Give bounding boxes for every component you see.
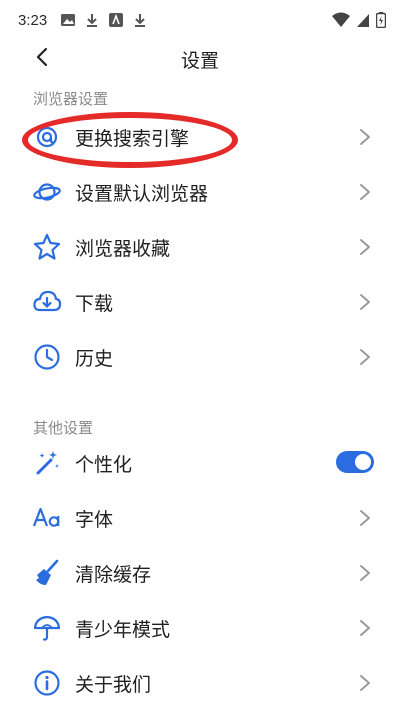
signal-icon (357, 14, 369, 27)
row-label-default-browser: 设置默认浏览器 (75, 183, 209, 205)
planet-icon (33, 183, 61, 201)
row-default-browser[interactable]: 设置默认浏览器 (0, 165, 400, 221)
row-clear-cache[interactable]: 清除缓存 (0, 546, 400, 602)
row-personalize[interactable]: 个性化 (0, 436, 400, 492)
status-time: 3:23 (18, 12, 48, 29)
chevron-right-icon (360, 294, 370, 310)
download-icon (135, 14, 145, 27)
row-label-clear-cache: 清除缓存 (75, 564, 152, 586)
chevron-right-icon (360, 620, 370, 636)
status-system-icons (332, 12, 386, 28)
status-notification-icons (60, 12, 148, 28)
row-label-about: 关于我们 (75, 674, 152, 696)
row-youth-mode[interactable]: 青少年模式 (0, 601, 400, 657)
chevron-right-icon (360, 675, 370, 691)
search-engine-icon (36, 126, 58, 148)
row-search-engine[interactable]: 更换搜索引擎 (0, 110, 400, 166)
chevron-right-icon (360, 349, 370, 365)
wifi-icon (332, 12, 350, 27)
row-label-font: 字体 (75, 509, 114, 531)
umbrella-icon (33, 615, 61, 641)
row-history[interactable]: 历史 (0, 330, 400, 386)
battery-icon (376, 12, 386, 28)
star-icon (33, 233, 61, 260)
row-label-favorites: 浏览器收藏 (75, 238, 171, 260)
chevron-right-icon (360, 565, 370, 581)
row-font[interactable]: 字体 (0, 491, 400, 547)
clock-icon (34, 344, 60, 370)
row-about[interactable]: 关于我们 (0, 656, 400, 709)
row-favorites[interactable]: 浏览器收藏 (0, 220, 400, 276)
chevron-right-icon (360, 184, 370, 200)
font-aa-icon (32, 507, 60, 527)
header-bar: 设置 (0, 40, 400, 76)
row-label-personalize: 个性化 (75, 454, 133, 476)
image-icon (61, 14, 75, 26)
personalize-toggle[interactable] (336, 451, 374, 473)
chevron-right-icon (360, 129, 370, 145)
status-bar: 3:23 (0, 0, 400, 44)
chevron-right-icon (360, 239, 370, 255)
section-label-other: 其他设置 (33, 419, 94, 437)
page-title: 设置 (180, 50, 219, 72)
row-label-history: 历史 (75, 348, 114, 370)
row-label-search-engine: 更换搜索引擎 (75, 128, 190, 150)
cloud-download-icon (33, 290, 62, 312)
settings-screen: 3:23 设置 浏览器设置 更换搜索引擎 设置默认浏览器 浏览器收藏 下载 历史… (0, 0, 400, 709)
magic-wand-icon (36, 451, 59, 475)
chevron-right-icon (360, 510, 370, 526)
download-icon (87, 14, 97, 27)
toggle-knob (355, 454, 371, 470)
app-a-icon (109, 13, 123, 27)
row-label-download: 下载 (75, 293, 114, 315)
row-download[interactable]: 下载 (0, 275, 400, 331)
section-label-browser: 浏览器设置 (33, 90, 109, 108)
info-icon (34, 670, 60, 696)
row-label-youth-mode: 青少年模式 (75, 619, 171, 641)
broom-icon (36, 559, 59, 585)
